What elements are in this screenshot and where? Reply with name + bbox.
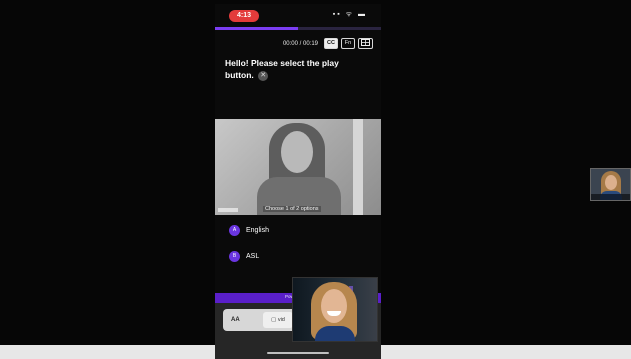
status-time-pill: 4:13 — [229, 10, 259, 22]
video-progress-bar[interactable] — [215, 27, 381, 30]
captions-button[interactable]: CC — [324, 38, 338, 49]
option-asl[interactable]: B ASL — [229, 251, 259, 262]
language-button[interactable]: Fn — [341, 38, 355, 49]
pip-person-shirt — [315, 326, 355, 341]
interpreter-video-pip[interactable] — [292, 277, 378, 342]
option-badge-a: A — [229, 225, 240, 236]
player-controls: 00:00 / 00:19 CC Fn — [283, 38, 373, 49]
option-label-asl: ASL — [246, 253, 260, 260]
participant-name-bar — [591, 194, 630, 200]
prompt-text: Hello! Please select the play button. — [225, 58, 339, 80]
close-icon[interactable]: ✕ — [258, 70, 269, 81]
home-indicator[interactable] — [267, 352, 329, 354]
time-readout: 00:00 / 00:19 — [282, 40, 318, 47]
video-watermark — [218, 208, 238, 212]
option-badge-b: B — [229, 251, 240, 262]
text-size-button[interactable]: AA — [231, 317, 240, 323]
option-english[interactable]: A English — [229, 225, 269, 236]
thumb-person-face — [605, 175, 617, 190]
participant-thumbnail[interactable] — [590, 168, 631, 201]
pip-person-face — [321, 289, 347, 323]
signal-wifi-battery-icons: ▪▪ ᯤ ▬ — [332, 11, 367, 18]
option-label-english: English — [246, 227, 269, 234]
video-caption: Choose 1 of 2 options — [263, 206, 321, 212]
status-bar: 4:13 ▪▪ ᯤ ▬ — [215, 4, 381, 26]
expand-icon[interactable] — [358, 38, 373, 49]
video-player[interactable]: Choose 1 of 2 options — [215, 119, 381, 215]
video-background-wall — [353, 119, 363, 215]
video-toggle-button[interactable]: ▢ vid — [263, 312, 293, 328]
video-person-face — [281, 131, 313, 173]
video-progress-fill — [215, 27, 298, 30]
prompt-message: Hello! Please select the play button. ✕ — [225, 57, 365, 81]
